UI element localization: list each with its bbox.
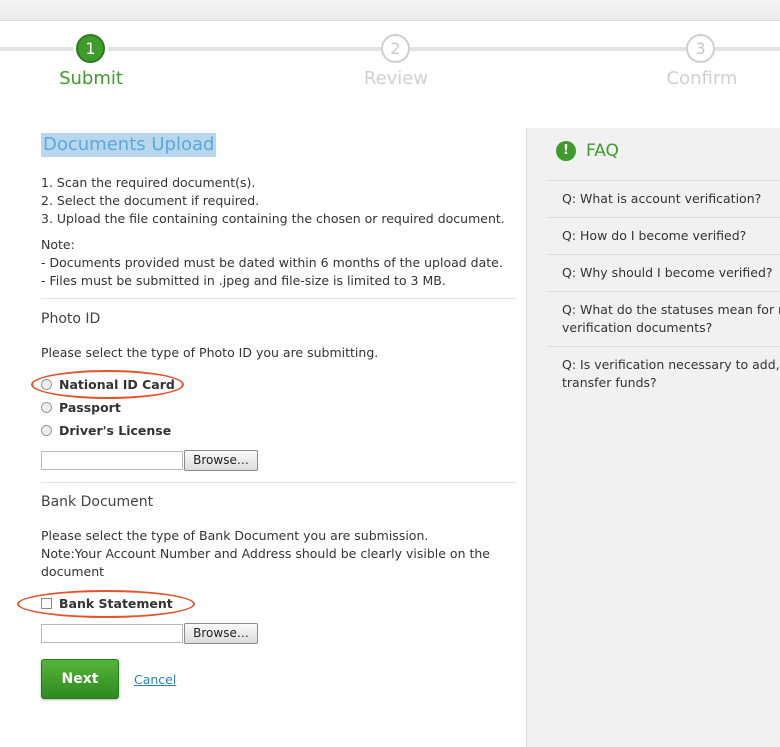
note-line: - Files must be submitted in .jpeg and f…: [41, 273, 446, 288]
faq-item[interactable]: Q: Why should I become verified?: [547, 254, 780, 291]
faq-title: FAQ: [586, 141, 619, 161]
photo-id-prompt: Please select the type of Photo ID you a…: [41, 345, 379, 360]
radio-button[interactable]: [41, 402, 52, 413]
cancel-link[interactable]: Cancel: [134, 672, 176, 687]
instruction-item: 3. Upload the file containing containing…: [41, 211, 505, 226]
photo-id-title: Photo ID: [41, 311, 101, 327]
step-1-label: Submit: [59, 68, 123, 89]
step-3-circle: 3: [686, 34, 715, 63]
faq-header: ! FAQ: [556, 141, 619, 161]
prompt-line: document: [41, 564, 105, 579]
radio-label: Passport: [59, 400, 121, 415]
radio-passport[interactable]: Passport: [41, 400, 121, 415]
faq-item[interactable]: Q: What do the statuses mean for my veri…: [547, 291, 780, 346]
prompt-line: Please select the type of Bank Document …: [41, 528, 429, 543]
bank-file-input[interactable]: [41, 624, 183, 643]
next-button[interactable]: Next: [41, 659, 119, 699]
step-1-circle: 1: [76, 34, 105, 63]
faq-item[interactable]: Q: How do I become verified?: [547, 217, 780, 254]
radio-label: Driver's License: [59, 423, 172, 438]
page-title: Documents Upload: [41, 133, 217, 157]
faq-question[interactable]: Q: How do I become verified?: [562, 227, 780, 245]
prompt-line: Note:Your Account Number and Address sho…: [41, 546, 490, 561]
highlight-ellipse: [31, 370, 184, 399]
instruction-list: 1. Scan the required document(s). 2. Sel…: [41, 174, 505, 228]
faq-item[interactable]: Q: Is verification necessary to add, w t…: [547, 346, 780, 401]
photo-id-file-input[interactable]: [41, 451, 183, 470]
bank-browse-button[interactable]: Browse…: [184, 623, 258, 644]
highlight-ellipse: [17, 590, 195, 618]
faq-question[interactable]: Q: Why should I become verified?: [562, 264, 780, 282]
radio-drivers-license[interactable]: Driver's License: [41, 423, 171, 438]
faq-item[interactable]: Q: What is account verification?: [547, 180, 780, 217]
faq-question-cont[interactable]: verification documents?: [562, 319, 780, 337]
exclamation-icon: !: [556, 141, 576, 161]
faq-question[interactable]: Q: What is account verification?: [562, 190, 780, 208]
bank-document-title: Bank Document: [41, 494, 154, 510]
upload-note: Note: - Documents provided must be dated…: [41, 236, 503, 290]
radio-button[interactable]: [41, 425, 52, 436]
faq-question-cont[interactable]: transfer funds?: [562, 374, 780, 392]
note-heading: Note:: [41, 237, 75, 252]
instruction-item: 2. Select the document if required.: [41, 193, 260, 208]
instruction-item: 1. Scan the required document(s).: [41, 175, 256, 190]
faq-list: Q: What is account verification? Q: How …: [547, 180, 780, 401]
section-divider: [41, 482, 517, 483]
step-2-circle: 2: [381, 34, 410, 63]
step-3-label: Confirm: [666, 68, 738, 89]
photo-id-browse-button[interactable]: Browse…: [184, 450, 258, 471]
bank-document-prompt: Please select the type of Bank Document …: [41, 527, 490, 581]
note-line: - Documents provided must be dated withi…: [41, 255, 503, 270]
section-divider: [41, 298, 517, 299]
top-bar: [0, 0, 780, 21]
column-divider: [526, 128, 527, 747]
faq-question[interactable]: Q: Is verification necessary to add, w: [562, 356, 780, 374]
faq-question[interactable]: Q: What do the statuses mean for my: [562, 301, 780, 319]
step-2-label: Review: [363, 68, 429, 89]
